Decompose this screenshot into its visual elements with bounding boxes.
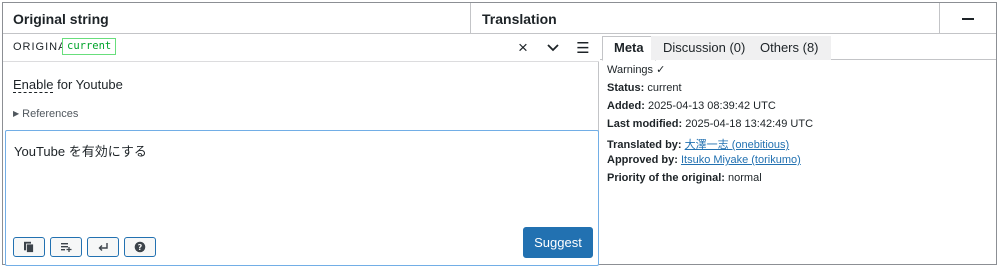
- original-panel: ORIGINAL current × ☰ Enable for Youtube …: [3, 34, 599, 266]
- minus-icon[interactable]: [956, 9, 980, 29]
- hamburger-menu-icon[interactable]: ☰: [572, 38, 594, 58]
- translation-editor-row: Original string Translation ORIGINAL cur…: [2, 2, 997, 266]
- meta-panel: Meta Discussion (0) Others (8) Warnings …: [600, 34, 996, 264]
- translation-textarea[interactable]: YouTube を有効にする: [6, 131, 598, 227]
- original-text: Enable for Youtube: [13, 77, 123, 93]
- status-value: current: [647, 82, 682, 94]
- glossary-term[interactable]: Enable: [13, 77, 54, 93]
- translation-editor: YouTube を有効にする ? Suggest: [5, 130, 599, 266]
- header-row: Original string Translation: [3, 3, 996, 34]
- added-label: Added:: [607, 100, 645, 112]
- suggest-button[interactable]: Suggest: [523, 227, 593, 258]
- last-modified-label: Last modified:: [607, 118, 683, 130]
- newline-icon[interactable]: [87, 237, 119, 257]
- approved-by-row: Approved by: Itsuko Miyake (torikumo): [607, 154, 801, 166]
- original-text-rest: for Youtube: [53, 77, 123, 92]
- translator-link[interactable]: 大澤一志 (onebitious): [685, 139, 790, 151]
- chevron-down-icon[interactable]: [542, 38, 564, 58]
- original-string-title: Original string: [13, 11, 109, 27]
- added-row: Added: 2025-04-13 08:39:42 UTC: [607, 100, 776, 112]
- last-modified-value: 2025-04-18 13:42:49 UTC: [685, 118, 814, 130]
- translation-title: Translation: [482, 11, 557, 27]
- approved-by-label: Approved by:: [607, 154, 678, 166]
- tab-meta[interactable]: Meta: [602, 36, 656, 61]
- approver-link[interactable]: Itsuko Miyake (torikumo): [681, 154, 801, 166]
- help-icon[interactable]: ?: [124, 237, 156, 257]
- status-badge: current: [62, 38, 117, 55]
- close-icon[interactable]: ×: [512, 38, 534, 58]
- insert-text-icon[interactable]: [50, 237, 82, 257]
- references-label: References: [22, 108, 79, 120]
- references-toggle[interactable]: ▶ References: [13, 108, 78, 120]
- status-label: Status:: [607, 82, 645, 94]
- priority-row: Priority of the original: normal: [607, 172, 762, 184]
- translation-column-header: Translation: [472, 3, 940, 33]
- status-row: Status: current: [607, 82, 682, 94]
- tab-discussion[interactable]: Discussion (0): [651, 36, 758, 60]
- priority-label: Priority of the original:: [607, 172, 725, 184]
- svg-text:?: ?: [138, 243, 143, 252]
- original-toolbar: ORIGINAL current × ☰: [3, 34, 599, 62]
- last-modified-row: Last modified: 2025-04-18 13:42:49 UTC: [607, 118, 813, 130]
- translated-by-label: Translated by:: [607, 139, 682, 151]
- tab-others[interactable]: Others (8): [748, 36, 831, 60]
- copy-original-icon[interactable]: [13, 237, 45, 257]
- added-value: 2025-04-13 08:39:42 UTC: [647, 100, 776, 112]
- original-string-column-header: Original string: [3, 3, 471, 33]
- priority-value: normal: [728, 172, 762, 184]
- meta-tabs: Meta Discussion (0) Others (8): [600, 34, 996, 61]
- warnings-row: Warnings ✓: [607, 64, 666, 76]
- triangle-right-icon: ▶: [13, 109, 20, 118]
- collapse-control: [940, 3, 996, 33]
- translated-by-row: Translated by: 大澤一志 (onebitious): [607, 136, 789, 152]
